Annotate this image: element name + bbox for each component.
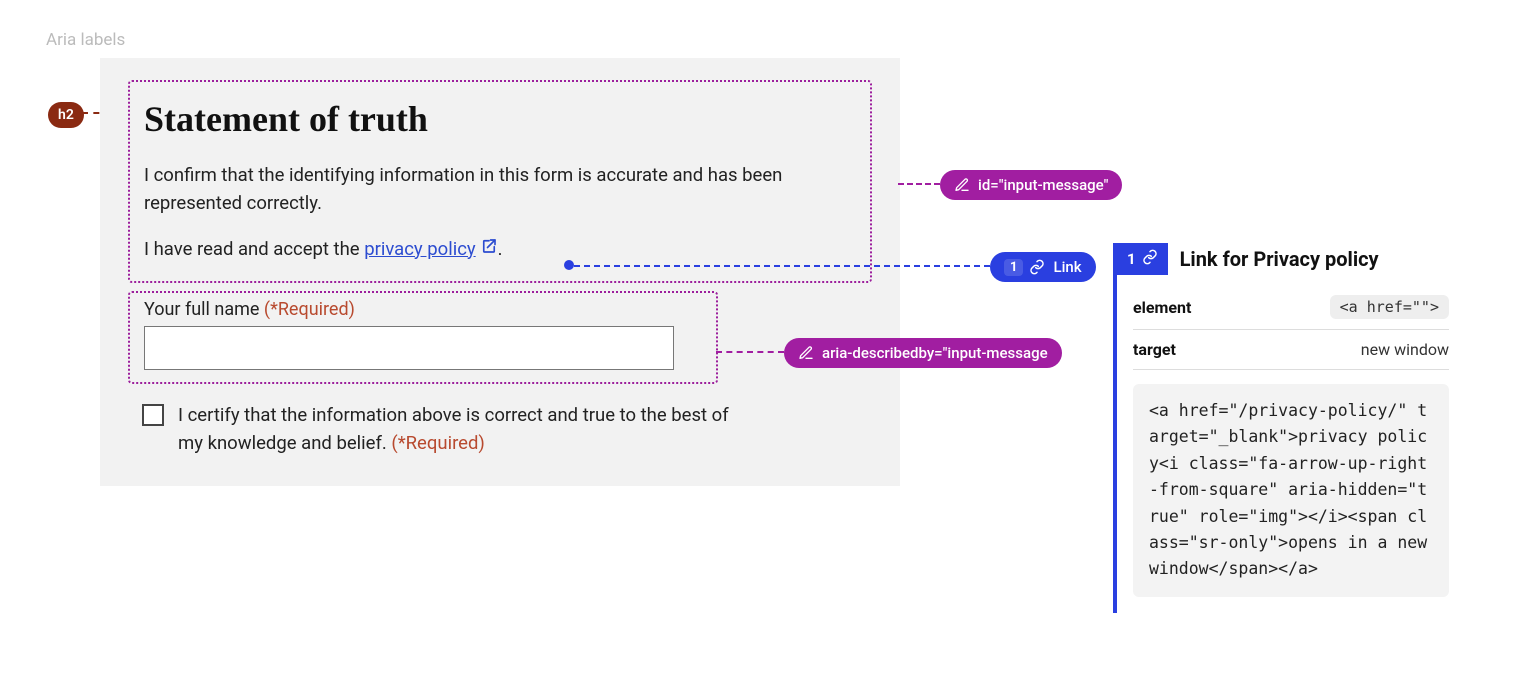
edit-icon: [954, 177, 970, 193]
info-key-target: target: [1133, 340, 1176, 359]
annotation-id-text: id="input-message": [978, 176, 1108, 194]
connector-ariadesc: [716, 351, 784, 353]
info-code-block: <a href="/privacy-policy/" target="_blan…: [1133, 384, 1449, 597]
annotation-aria-text: aria-describedby="input-message: [822, 344, 1048, 362]
fullname-label: Your full name: [144, 299, 264, 320]
confirm-paragraph: I confirm that the identifying informati…: [144, 162, 856, 218]
accept-prefix: I have read and accept the: [144, 238, 364, 260]
info-panel-header: 1 Link for Privacy policy: [1117, 243, 1465, 275]
page-label: Aria labels: [46, 30, 125, 50]
page-title: Statement of truth: [144, 98, 856, 140]
connector-dot-link: [564, 260, 574, 270]
info-key-element: element: [1133, 298, 1191, 317]
link-icon: [1142, 249, 1158, 269]
fullname-label-row: Your full name (*Required): [144, 299, 702, 320]
connector-link: [574, 265, 990, 267]
info-panel-tab: 1: [1117, 243, 1168, 275]
required-marker: (*Required): [264, 299, 355, 320]
certify-checkbox[interactable]: [142, 404, 164, 426]
edit-icon: [798, 345, 814, 361]
info-panel-body: element <a href=""> target new window <a…: [1117, 275, 1465, 613]
privacy-policy-link[interactable]: privacy policy: [364, 238, 497, 260]
info-panel-tab-num: 1: [1127, 250, 1136, 268]
annotation-link-badge: 1 Link: [990, 252, 1096, 282]
info-row-element: element <a href="">: [1133, 285, 1449, 330]
info-val-target: new window: [1361, 340, 1449, 359]
connector-idmsg: [898, 183, 940, 185]
privacy-policy-link-text: privacy policy: [364, 238, 475, 260]
certify-label: I certify that the information above is …: [178, 402, 758, 458]
external-link-icon: [480, 236, 498, 264]
accept-paragraph: I have read and accept the privacy polic…: [144, 236, 856, 264]
required-marker-2: (*Required): [391, 432, 485, 454]
link-icon: [1029, 259, 1045, 275]
info-panel: 1 Link for Privacy policy element <a hre…: [1113, 243, 1465, 613]
input-message-region: Statement of truth I confirm that the id…: [128, 80, 872, 283]
info-val-element: <a href="">: [1330, 295, 1449, 319]
annotation-link-num: 1: [1004, 259, 1023, 276]
certify-row: I certify that the information above is …: [128, 402, 872, 458]
h2-badge: h2: [48, 102, 84, 128]
annotation-id-input-message: id="input-message": [940, 170, 1122, 200]
info-row-target: target new window: [1133, 330, 1449, 370]
form-card: Statement of truth I confirm that the id…: [100, 58, 900, 486]
annotation-link-label: Link: [1053, 258, 1081, 276]
accept-suffix: .: [498, 238, 503, 260]
annotation-aria-describedby: aria-describedby="input-message: [784, 338, 1062, 368]
fullname-input[interactable]: [144, 326, 674, 370]
fullname-region: Your full name (*Required): [128, 291, 718, 384]
info-panel-title: Link for Privacy policy: [1180, 247, 1379, 271]
